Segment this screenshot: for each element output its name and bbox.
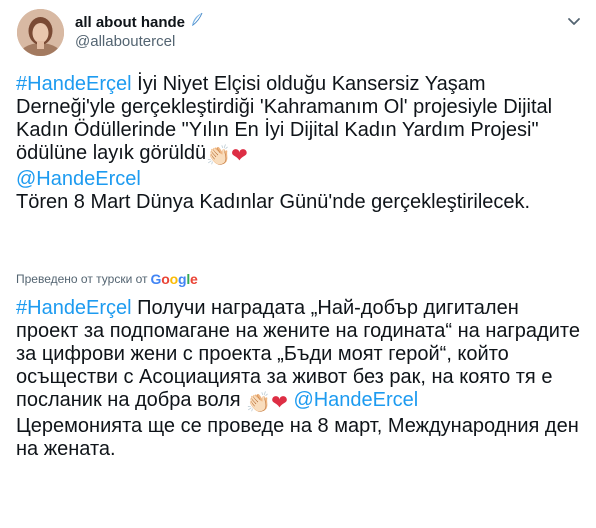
heart-emoji: ❤ bbox=[231, 145, 248, 167]
user-handle[interactable]: @allaboutercel bbox=[75, 33, 175, 50]
tweet-text-part: Церемонията ще се проведе на 8 март, Меж… bbox=[16, 415, 579, 460]
google-logo[interactable]: Google bbox=[151, 271, 198, 287]
hashtag-link[interactable]: #HandeErçel bbox=[16, 297, 132, 319]
display-name[interactable]: all about hande bbox=[75, 12, 204, 32]
tweet-text-original: #HandeErçel İyi Niyet Elçisi olduğu Kans… bbox=[16, 73, 582, 214]
tweet-text-part: Tören 8 Mart Dünya Kadınlar Günü'nde ger… bbox=[16, 191, 531, 213]
clap-emoji: 👏🏻 bbox=[206, 145, 232, 167]
feather-icon bbox=[190, 12, 204, 32]
mention-link[interactable]: @HandeErcel bbox=[293, 389, 418, 411]
avatar[interactable] bbox=[17, 9, 64, 56]
hashtag-link[interactable]: #HandeErçel bbox=[16, 73, 132, 95]
heart-emoji: ❤ bbox=[271, 392, 288, 414]
translation-label: Преведено от турски от bbox=[16, 272, 148, 286]
clap-emoji: 👏🏻 bbox=[246, 392, 272, 414]
tweet-text-translated: #HandeErçel Получи наградата „Най-добър … bbox=[16, 297, 582, 461]
chevron-down-icon[interactable] bbox=[565, 12, 583, 30]
mention-link[interactable]: @HandeErcel bbox=[16, 168, 141, 190]
translation-attribution: Преведено от турски от Google bbox=[16, 271, 198, 287]
tweet-header: all about hande @allaboutercel bbox=[0, 0, 596, 66]
display-name-text: all about hande bbox=[75, 13, 186, 31]
